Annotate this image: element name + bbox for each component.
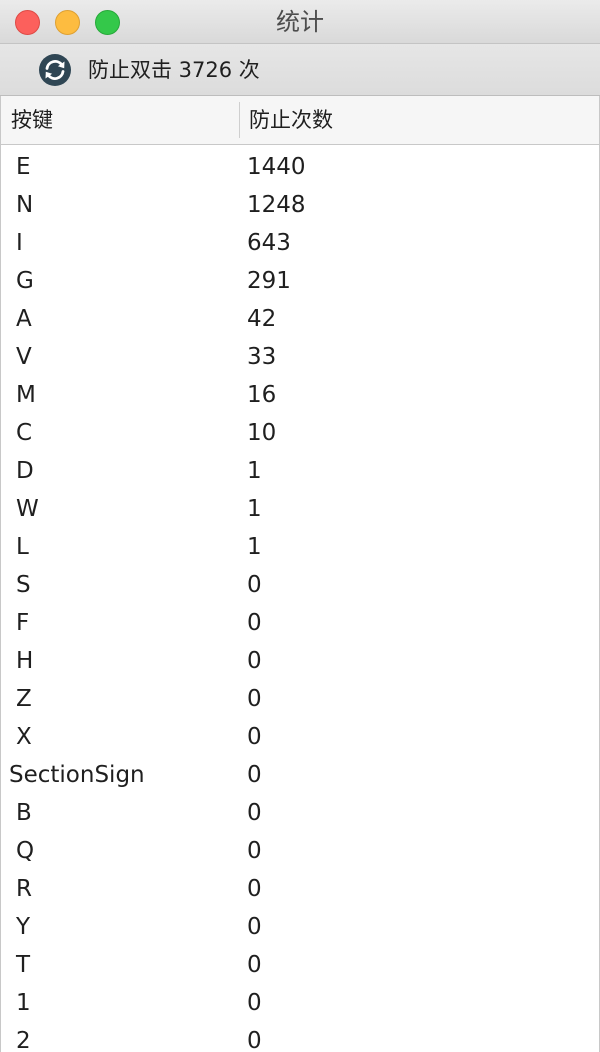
key-cell: I [16,230,23,256]
table-row[interactable]: C 10 [1,414,599,452]
prevented-count-text: 防止双击 3726 次 [88,58,260,82]
table-row[interactable]: N 1248 [1,186,599,224]
key-cell: Z [16,686,32,712]
key-cell: X [16,724,32,750]
toolbar: 防止双击 3726 次 [0,44,600,96]
table-row[interactable]: X0 [1,718,599,756]
table-row[interactable]: V 33 [1,338,599,376]
table-row[interactable]: F0 [1,604,599,642]
column-divider[interactable] [239,102,240,138]
column-header-count[interactable]: 防止次数 [249,96,333,145]
table-row[interactable]: B0 [1,794,599,832]
count-cell: 643 [247,230,291,256]
key-cell: F [16,610,30,636]
count-cell: 0 [247,876,262,902]
key-cell: B [16,800,32,826]
count-cell: 0 [247,914,262,940]
table-row[interactable]: 10 [1,984,599,1022]
table-row[interactable]: D1 [1,452,599,490]
table-row[interactable]: S0 [1,566,599,604]
count-cell: 0 [247,724,262,750]
key-cell: N [16,192,34,218]
count-cell: 291 [247,268,291,294]
table-row[interactable]: W1 [1,490,599,528]
count-cell: 0 [247,1028,262,1052]
key-cell: S [16,572,31,598]
count-cell: 1440 [247,154,306,180]
count-cell: 0 [247,838,262,864]
table-row[interactable]: G 291 [1,262,599,300]
table-row[interactable]: Q0 [1,832,599,870]
table-row[interactable]: 20 [1,1022,599,1052]
window-title: 统计 [276,8,324,36]
key-cell: W [16,496,39,522]
table-row[interactable]: A 42 [1,300,599,338]
count-cell: 0 [247,800,262,826]
table-row[interactable]: H0 [1,642,599,680]
column-header-key[interactable]: 按键 [11,96,53,145]
count-cell: 0 [247,610,262,636]
table-row[interactable]: I 643 [1,224,599,262]
count-cell: 0 [247,648,262,674]
key-cell: M [16,382,36,408]
key-cell: R [16,876,32,902]
key-cell: G [16,268,34,294]
table-row[interactable]: T0 [1,946,599,984]
table-row[interactable]: R0 [1,870,599,908]
table-row[interactable]: SectionSign 0 [1,756,599,794]
key-cell: Y [16,914,31,940]
key-cell: SectionSign [9,762,145,788]
key-cell: L [16,534,29,560]
table-row[interactable]: E 1440 [1,148,599,186]
key-cell: T [16,952,31,978]
count-cell: 0 [247,990,262,1016]
key-cell: H [16,648,34,674]
count-cell: 1 [247,496,262,522]
title-bar[interactable]: 统计 [0,0,600,44]
key-cell: V [16,344,32,370]
key-cell: A [16,306,32,332]
table-row[interactable]: Z0 [1,680,599,718]
count-cell: 0 [247,572,262,598]
key-cell: C [16,420,33,446]
count-cell: 0 [247,952,262,978]
key-cell: 1 [16,990,31,1016]
refresh-icon [39,54,71,86]
table-header: 按键 防止次数 [1,96,599,145]
key-cell: 2 [16,1028,31,1052]
count-cell: 42 [247,306,277,332]
table-row[interactable]: Y0 [1,908,599,946]
count-cell: 1 [247,534,262,560]
count-cell: 0 [247,762,262,788]
stats-window: 统计 防止双击 3726 次 按键 防止次数 E 1440 N 1248 I 643 G 29… [0,0,600,1052]
refresh-button[interactable] [38,53,72,87]
count-cell: 1 [247,458,262,484]
count-cell: 16 [247,382,277,408]
table-body: E 1440 N 1248 I 643 G 291 A 42 V 33 M 16 C 10 D 1 W 1 L 1 S 0 F 0… [1,148,599,1052]
count-cell: 33 [247,344,277,370]
key-cell: D [16,458,34,484]
table-row[interactable]: L1 [1,528,599,566]
key-cell: E [16,154,31,180]
stats-table[interactable]: 按键 防止次数 E 1440 N 1248 I 643 G 291 A 42 V 33 M 16 C 10 D 1… [0,96,600,1052]
count-cell: 1248 [247,192,306,218]
count-cell: 10 [247,420,277,446]
count-cell: 0 [247,686,262,712]
table-row[interactable]: M 16 [1,376,599,414]
key-cell: Q [16,838,35,864]
